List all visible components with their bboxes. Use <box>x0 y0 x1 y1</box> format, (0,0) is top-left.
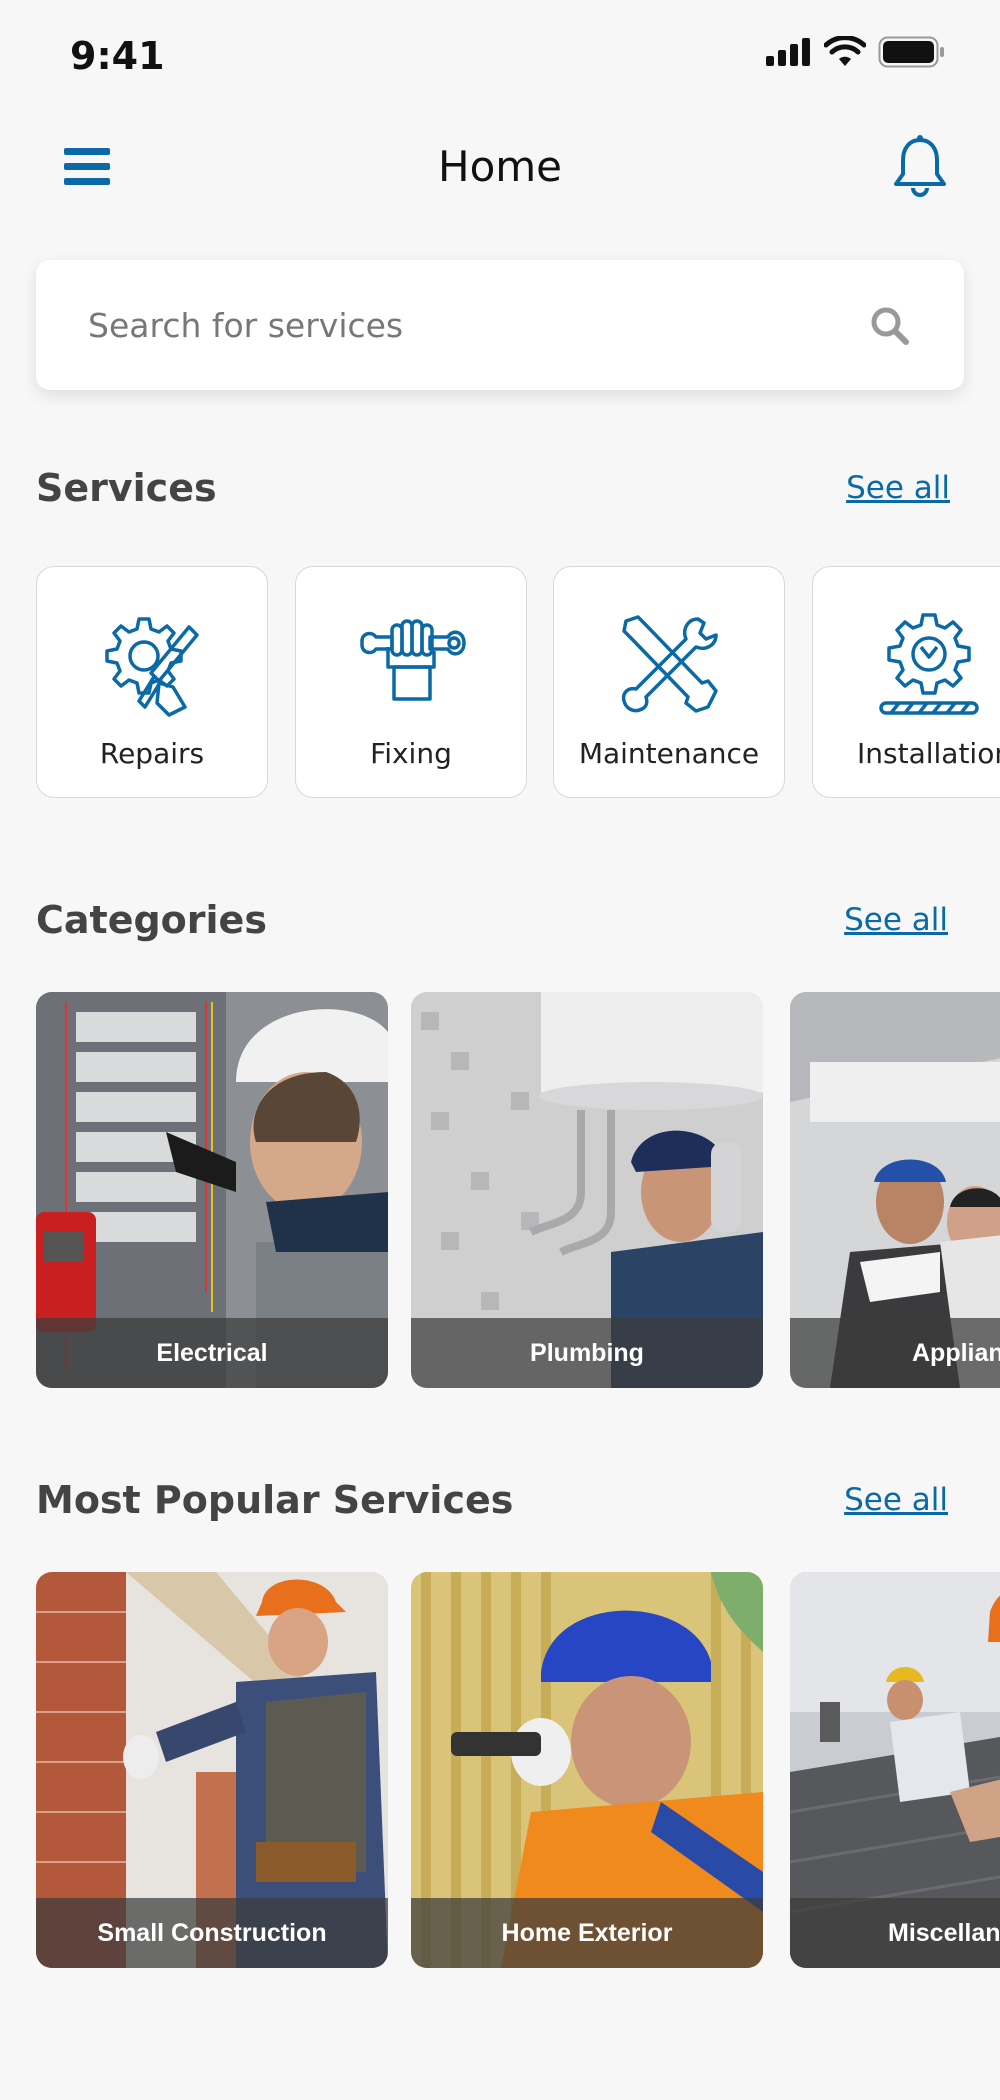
fist-wrench-icon <box>360 619 466 701</box>
popular-card-home-exterior[interactable]: Home Exterior <box>411 1572 763 1968</box>
popular-card-miscellaneous[interactable]: Miscellaneous <box>790 1572 1000 1968</box>
service-card-installation[interactable]: Installation <box>812 566 1000 798</box>
popular-see-all-link[interactable]: See all <box>844 1482 948 1518</box>
category-card-appliances[interactable]: Appliances <box>790 992 1000 1388</box>
service-label: Maintenance <box>578 737 760 770</box>
popular-label: Small Construction <box>36 1898 388 1968</box>
service-card-repairs[interactable]: Repairs <box>36 566 268 798</box>
category-label: Appliances <box>790 1318 1000 1388</box>
category-card-plumbing[interactable]: Plumbing <box>411 992 763 1388</box>
categories-see-all-link[interactable]: See all <box>844 902 948 938</box>
wifi-icon <box>824 36 866 66</box>
gear-install-icon <box>879 613 979 715</box>
battery-icon <box>878 36 944 68</box>
category-label: Electrical <box>36 1318 388 1388</box>
search-bar <box>36 260 964 390</box>
service-label: Installation <box>857 737 1000 770</box>
notification-bell-icon[interactable] <box>890 134 950 198</box>
popular-card-small-construction[interactable]: Small Construction <box>36 1572 388 1968</box>
search-input[interactable] <box>88 296 848 354</box>
categories-heading: Categories <box>36 898 267 942</box>
service-card-fixing[interactable]: Fixing <box>295 566 527 798</box>
services-heading: Services <box>36 466 217 510</box>
crossed-tools-icon <box>621 615 718 713</box>
popular-label: Miscellaneous <box>790 1898 1000 1968</box>
service-label: Fixing <box>370 737 452 770</box>
search-icon[interactable] <box>870 306 910 346</box>
service-card-maintenance[interactable]: Maintenance <box>553 566 785 798</box>
signal-icon <box>766 38 810 66</box>
gear-wrench-hand-icon <box>105 617 199 717</box>
status-bar: 9:41 <box>0 0 1000 110</box>
category-label: Plumbing <box>411 1318 763 1388</box>
status-time: 9:41 <box>70 34 165 78</box>
service-label: Repairs <box>99 737 205 770</box>
category-card-electrical[interactable]: Electrical <box>36 992 388 1388</box>
services-see-all-link[interactable]: See all <box>846 470 950 506</box>
popular-heading: Most Popular Services <box>36 1478 514 1522</box>
popular-label: Home Exterior <box>411 1898 763 1968</box>
page-title: Home <box>437 142 563 191</box>
top-app-bar: Home <box>0 120 1000 220</box>
